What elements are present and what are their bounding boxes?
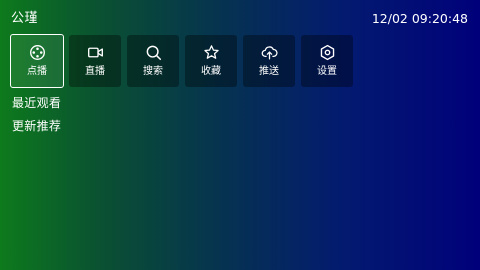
video-camera-icon	[87, 44, 104, 61]
main-nav: 点播 直播 搜索 收藏 推送 设置	[10, 34, 355, 88]
nav-label-push: 推送	[259, 66, 279, 77]
nav-tile-vod[interactable]: 点播	[10, 34, 64, 88]
nav-label-favorites: 收藏	[201, 66, 221, 77]
cloud-upload-icon	[261, 44, 278, 61]
nav-tile-search[interactable]: 搜索	[127, 35, 179, 87]
star-icon	[203, 44, 220, 61]
nav-label-live: 直播	[85, 66, 105, 77]
section-recommend-title: 更新推荐	[12, 119, 62, 133]
top-bar: 公瑾 12/02 09:20:48	[0, 0, 480, 30]
nav-label-settings: 设置	[317, 66, 337, 77]
section-recent-title: 最近观看	[12, 96, 62, 110]
nav-tile-push[interactable]: 推送	[243, 35, 295, 87]
nav-label-vod: 点播	[27, 66, 47, 77]
clock: 12/02 09:20:48	[371, 11, 468, 26]
film-reel-icon	[29, 44, 46, 61]
nav-tile-live[interactable]: 直播	[69, 35, 121, 87]
nav-tile-settings[interactable]: 设置	[301, 35, 353, 87]
app-title: 公瑾	[11, 11, 39, 26]
gear-icon	[319, 44, 336, 61]
nav-tile-favorites[interactable]: 收藏	[185, 35, 237, 87]
search-icon	[145, 44, 162, 61]
nav-label-search: 搜索	[143, 66, 163, 77]
